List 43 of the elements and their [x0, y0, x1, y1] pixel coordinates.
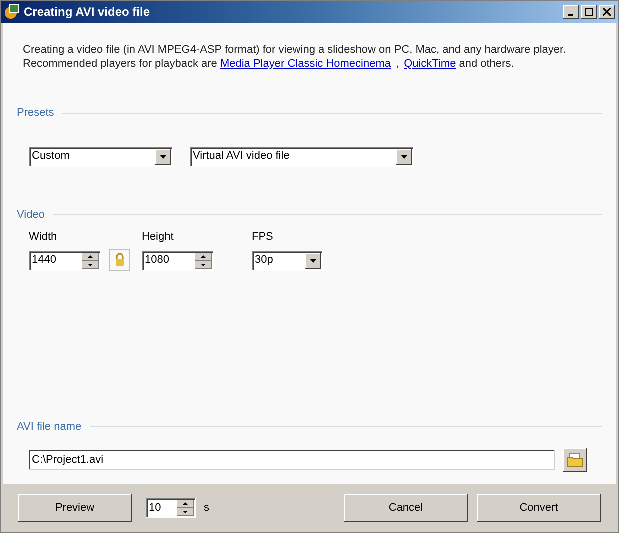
maximize-icon [585, 8, 593, 16]
dropdown[interactable]: Virtual AVI video file [190, 146, 414, 166]
spinner-arrows-icon[interactable] [177, 500, 194, 516]
maximize-button[interactable] [581, 5, 597, 19]
dropdown[interactable]: Custom [29, 146, 173, 166]
unit-label: s [204, 500, 210, 516]
spin-field[interactable]: 1080 [142, 250, 214, 270]
spin-field[interactable]: 1440 [29, 250, 101, 270]
window-title: Creating AVI video file [24, 4, 150, 21]
description-text: Recommended players for playback are [23, 57, 218, 71]
caret-icon [400, 154, 408, 158]
app-icon [4, 4, 20, 20]
caret-icon [310, 258, 316, 262]
close-icon [603, 8, 611, 16]
field-label: Width [29, 230, 58, 245]
dropdown-button[interactable] [305, 252, 321, 268]
file-path-field[interactable]: C:\Project1.avi [29, 450, 555, 470]
dropdown[interactable]: 30p [252, 250, 323, 270]
dialog-button[interactable]: Convert [477, 494, 601, 522]
spin-field[interactable]: 10 [146, 498, 196, 518]
dialog-button[interactable]: Cancel [344, 494, 468, 522]
close-button[interactable] [599, 5, 615, 19]
description-text: and others. [459, 57, 514, 71]
dialog-button[interactable]: Preview [18, 494, 132, 522]
field-label: FPS [252, 230, 274, 245]
folder-icon [567, 453, 583, 467]
section-title: Video [17, 208, 45, 222]
dropdown-button[interactable] [396, 148, 412, 164]
dropdown-button[interactable] [155, 148, 171, 164]
section-title: Presets [17, 106, 54, 121]
field-label: Height [142, 230, 175, 245]
player-link[interactable]: Media Player Classic Homecinema [220, 57, 391, 71]
spinner-arrows-icon[interactable] [195, 252, 212, 268]
section-title: AVI file name [17, 420, 82, 434]
browse-button[interactable] [563, 448, 587, 472]
separator-text: , [396, 57, 400, 71]
minimize-button[interactable] [563, 5, 579, 19]
lock-icon [114, 253, 124, 266]
player-link[interactable]: QuickTime [404, 57, 456, 71]
caret-icon [160, 154, 166, 158]
description-text: Creating a video file (in AVI MPEG4-ASP format) for viewing a slideshow on PC, Mac, and any hardware player. [23, 43, 568, 57]
spinner-arrows-icon[interactable] [82, 252, 99, 268]
lock-button[interactable] [109, 248, 130, 270]
